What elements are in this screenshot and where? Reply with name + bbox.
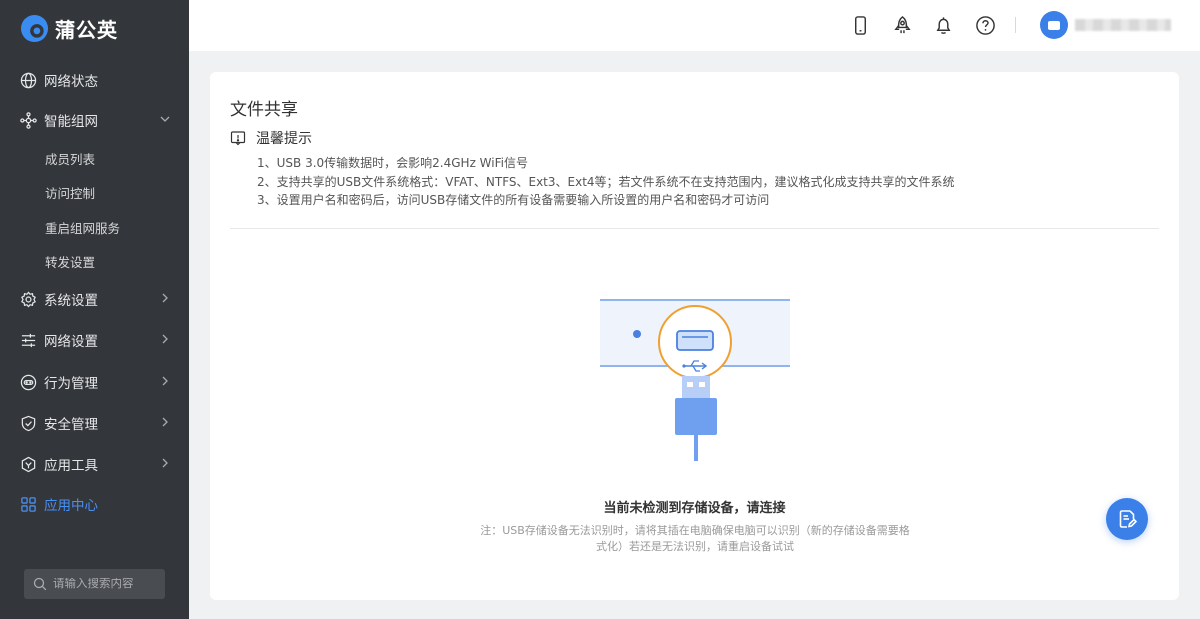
sidebar-item-label: 行为管理 <box>44 376 98 392</box>
tools-icon <box>20 456 37 473</box>
sidebar-item-app-tools[interactable]: 应用工具 <box>0 446 189 482</box>
usb-disconnected-illustration <box>600 299 790 461</box>
tips-header: 温馨提示 <box>230 128 312 148</box>
sidebar-item-label: 网络状态 <box>44 74 98 90</box>
sidebar-item-network-settings[interactable]: 网络设置 <box>0 322 189 358</box>
sidebar-search[interactable] <box>24 569 165 599</box>
chevron-right-icon <box>162 458 168 468</box>
feedback-button[interactable] <box>1106 498 1148 540</box>
sidebar-subitem-forward-settings[interactable]: 转发设置 <box>0 246 189 276</box>
sidebar-item-label: 系统设置 <box>44 293 98 309</box>
rocket-icon[interactable] <box>891 14 913 36</box>
search-icon <box>33 577 47 591</box>
main-card: 文件共享 温馨提示 1、USB 3.0传输数据时，会影响2.4GHz WiFi信… <box>210 72 1179 600</box>
brand[interactable]: 蒲公英 <box>20 12 118 44</box>
sidebar-item-security-management[interactable]: 安全管理 <box>0 405 189 441</box>
grid-icon <box>20 496 37 513</box>
sidebar-subitem-access-control[interactable]: 访问控制 <box>0 177 189 207</box>
sidebar: 蒲公英 网络状态 智能组网 成员列表 访问控制 重启组网服务 转发设置 系统设置 <box>0 0 189 619</box>
logo-icon <box>20 14 49 42</box>
sidebar-subitem-label: 转发设置 <box>45 254 96 270</box>
sidebar-item-smart-network[interactable]: 智能组网 <box>0 102 189 138</box>
tip-line: 1、USB 3.0传输数据时，会影响2.4GHz WiFi信号 <box>257 156 528 170</box>
phone-icon[interactable] <box>849 14 871 36</box>
chevron-right-icon <box>162 293 168 303</box>
behavior-icon <box>20 374 37 391</box>
empty-state-note: 注：USB存储设备无法识别时，请将其插在电脑确保电脑可以识别（新的存储设备需要格… <box>480 524 910 553</box>
search-input[interactable] <box>53 578 153 590</box>
sidebar-subitem-label: 重启组网服务 <box>45 220 121 236</box>
sidebar-subitem-member-list[interactable]: 成员列表 <box>0 143 189 173</box>
tips-title: 温馨提示 <box>256 131 312 147</box>
page-title: 文件共享 <box>230 100 298 120</box>
chevron-right-icon <box>162 376 168 386</box>
sidebar-item-app-center[interactable]: 应用中心 <box>0 486 189 522</box>
empty-state-title: 当前未检测到存储设备，请连接 <box>603 501 786 516</box>
sidebar-item-system-settings[interactable]: 系统设置 <box>0 281 189 317</box>
sidebar-item-label: 应用中心 <box>44 498 98 514</box>
sidebar-item-label: 网络设置 <box>44 334 98 350</box>
username-redacted[interactable] <box>1075 19 1171 31</box>
chevron-right-icon <box>162 417 168 427</box>
chevron-down-icon <box>160 116 170 122</box>
topbar-divider <box>1015 17 1016 33</box>
help-icon[interactable] <box>974 14 996 36</box>
sidebar-subitem-restart-service[interactable]: 重启组网服务 <box>0 212 189 242</box>
divider <box>230 228 1159 229</box>
avatar[interactable] <box>1040 11 1068 39</box>
edit-document-icon <box>1119 510 1137 528</box>
sidebar-item-behavior-management[interactable]: 行为管理 <box>0 364 189 400</box>
brand-name: 蒲公英 <box>55 17 118 42</box>
chevron-right-icon <box>162 334 168 344</box>
tip-line: 3、设置用户名和密码后，访问USB存储文件的所有设备需要输入所设置的用户名和密码… <box>257 193 770 207</box>
sliders-icon <box>20 332 37 349</box>
sidebar-item-label: 应用工具 <box>44 458 98 474</box>
info-icon <box>230 131 246 146</box>
sidebar-item-network-status[interactable]: 网络状态 <box>0 62 189 98</box>
topbar <box>189 0 1200 51</box>
globe-icon <box>20 72 37 89</box>
bell-icon[interactable] <box>932 14 954 36</box>
sidebar-item-label: 安全管理 <box>44 417 98 433</box>
sidebar-item-label: 智能组网 <box>44 114 98 130</box>
avatar-icon <box>1048 20 1060 30</box>
sidebar-subitem-label: 成员列表 <box>45 151 96 167</box>
shield-icon <box>20 415 37 432</box>
network-icon <box>20 111 37 129</box>
sidebar-subitem-label: 访问控制 <box>45 185 96 201</box>
gear-icon <box>20 290 37 308</box>
tip-line: 2、支持共享的USB文件系统格式：VFAT、NTFS、Ext3、Ext4等；若文… <box>257 175 955 189</box>
